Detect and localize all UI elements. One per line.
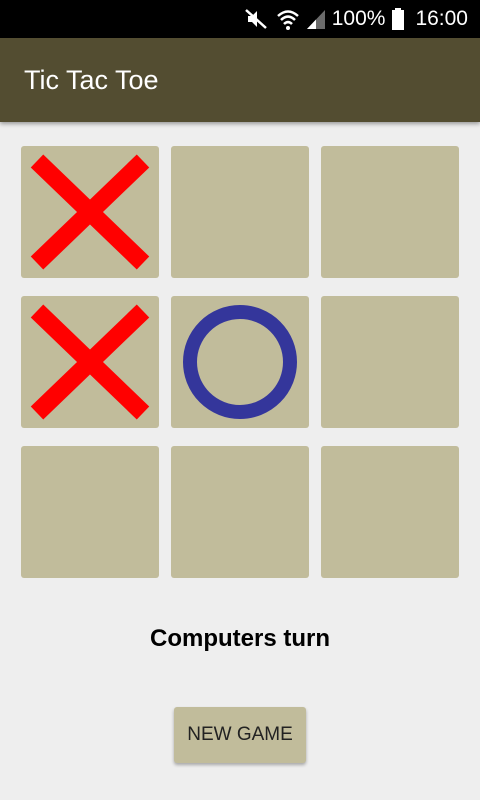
status-bar: 100% 16:00 [0, 0, 480, 38]
mute-icon [244, 7, 270, 31]
board-cell-r1-c1[interactable] [21, 146, 159, 278]
o-mark-icon [183, 305, 297, 419]
signal-icon [306, 8, 326, 30]
x-mark-icon [30, 304, 150, 420]
board-cell-r2-c3[interactable] [321, 296, 459, 428]
turn-status-text: Computers turn [150, 625, 330, 652]
x-mark-icon [30, 154, 150, 270]
board-cell-r3-c2[interactable] [171, 446, 309, 578]
board-cell-r3-c1[interactable] [21, 446, 159, 578]
board-cell-r3-c3[interactable] [321, 446, 459, 578]
clock: 16:00 [415, 7, 468, 30]
app-bar: Tic Tac Toe [0, 38, 480, 122]
new-game-button[interactable]: NEW GAME [174, 707, 306, 763]
app-title: Tic Tac Toe [24, 65, 159, 95]
board-cell-r2-c1[interactable] [21, 296, 159, 428]
board-cell-r1-c2[interactable] [171, 146, 309, 278]
battery-icon [391, 7, 405, 31]
board-cell-r2-c2[interactable] [171, 296, 309, 428]
battery-percent: 100% [331, 7, 386, 30]
status-icons: 100% 16:00 [244, 0, 480, 38]
board-cell-r1-c3[interactable] [321, 146, 459, 278]
wifi-icon [276, 7, 300, 31]
